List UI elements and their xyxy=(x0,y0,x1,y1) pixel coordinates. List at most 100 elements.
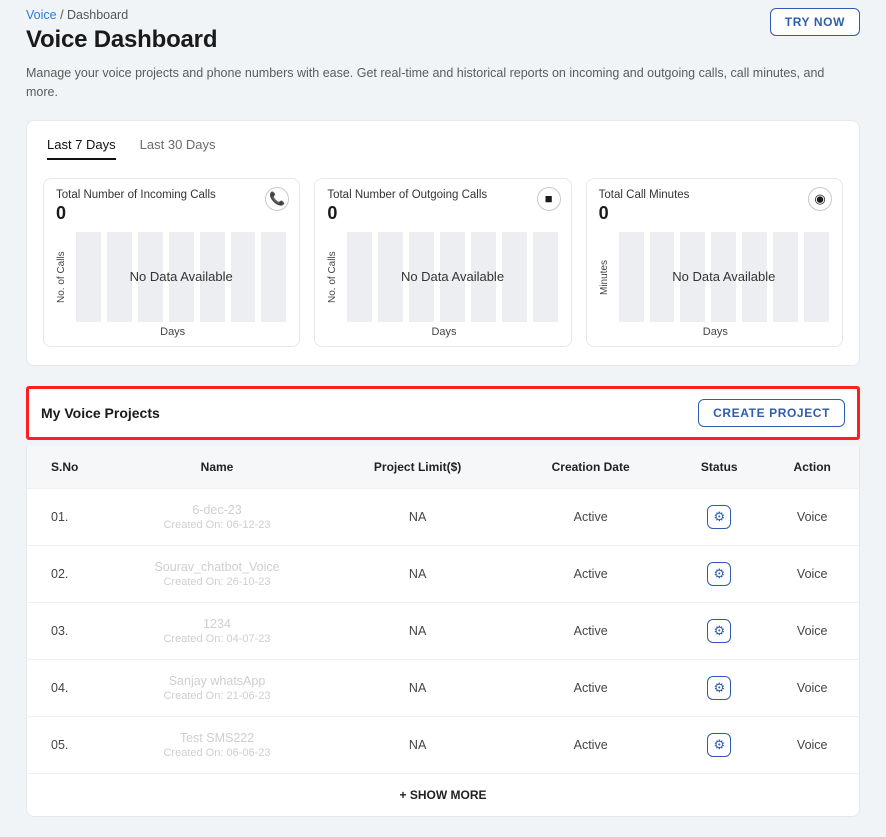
stat-value: 0 xyxy=(327,203,560,224)
cell-limit: NA xyxy=(327,659,508,716)
project-name: Test SMS222 xyxy=(115,731,319,745)
project-name: Sanjay whatsApp xyxy=(115,674,319,688)
create-project-button[interactable]: CREATE PROJECT xyxy=(698,399,845,427)
stat-chart: Minutes No Data Available xyxy=(599,232,832,322)
cell-date: Active xyxy=(508,488,673,545)
col-sno: S.No xyxy=(27,446,107,489)
stat-title: Total Call Minutes xyxy=(599,189,832,201)
status-gear-button[interactable]: ⚙ xyxy=(707,562,731,586)
stat-chart: No. of Calls No Data Available xyxy=(327,232,560,322)
chart-area: No Data Available xyxy=(616,232,832,322)
chart-nodata: No Data Available xyxy=(344,232,560,322)
project-created: Created On: 04-07-23 xyxy=(115,633,319,645)
projects-table-card: S.No Name Project Limit($) Creation Date… xyxy=(26,446,860,817)
page-root: Voice / Dashboard Voice Dashboard TRY NO… xyxy=(0,0,886,837)
cell-sno: 04. xyxy=(27,659,107,716)
project-name: 1234 xyxy=(115,617,319,631)
table-row: 04. Sanjay whatsApp Created On: 21-06-23 NA… xyxy=(27,659,859,716)
cell-limit: NA xyxy=(327,716,508,773)
cell-status: ⚙ xyxy=(673,488,765,545)
try-now-button[interactable]: TRY NOW xyxy=(770,8,860,36)
gear-icon: ⚙ xyxy=(713,623,725,639)
cell-sno: 01. xyxy=(27,488,107,545)
gear-icon: ⚙ xyxy=(713,737,725,753)
disc-icon: ◉ xyxy=(808,187,832,211)
project-name: Sourav_chatbot_Voice xyxy=(115,560,319,574)
stat-card: Total Number of Outgoing Calls 0■ No. of C… xyxy=(314,178,571,347)
tab-last-7-days[interactable]: Last 7 Days xyxy=(47,137,116,160)
cell-date: Active xyxy=(508,716,673,773)
chart-ylabel: No. of Calls xyxy=(327,232,338,322)
topbar: Voice / Dashboard Voice Dashboard TRY NO… xyxy=(26,4,860,64)
col-limit: Project Limit($) xyxy=(327,446,508,489)
chart-area: No Data Available xyxy=(344,232,560,322)
chart-nodata: No Data Available xyxy=(73,232,289,322)
tab-last-30-days[interactable]: Last 30 Days xyxy=(140,137,216,160)
projects-table: S.No Name Project Limit($) Creation Date… xyxy=(27,446,859,773)
breadcrumb-current: Dashboard xyxy=(67,8,128,22)
project-name: 6-dec-23 xyxy=(115,503,319,517)
phone-icon: 📞 xyxy=(265,187,289,211)
page-description: Manage your voice projects and phone num… xyxy=(26,64,826,102)
range-tabs: Last 7 Days Last 30 Days xyxy=(47,137,843,160)
cell-date: Active xyxy=(508,602,673,659)
status-gear-button[interactable]: ⚙ xyxy=(707,505,731,529)
cell-limit: NA xyxy=(327,545,508,602)
status-gear-button[interactable]: ⚙ xyxy=(707,619,731,643)
project-created: Created On: 21-06-23 xyxy=(115,690,319,702)
cell-date: Active xyxy=(508,545,673,602)
col-date: Creation Date xyxy=(508,446,673,489)
breadcrumb-sep: / xyxy=(57,8,67,22)
stat-card: Total Number of Incoming Calls0📞No. of C… xyxy=(43,178,300,347)
topbar-left: Voice / Dashboard Voice Dashboard xyxy=(26,4,217,64)
page-title: Voice Dashboard xyxy=(26,26,217,54)
cell-name: Sanjay whatsApp Created On: 21-06-23 xyxy=(107,659,327,716)
cell-name: Test SMS222Created On: 06-06-23 xyxy=(107,716,327,773)
projects-section: My Voice Projects CREATE PROJECT S.No Na… xyxy=(26,386,860,817)
cell-name: Sourav_chatbot_VoiceCreated On: 26-10-23 xyxy=(107,545,327,602)
table-row: 01.6-dec-23Created On: 06-12-23NAActive⚙… xyxy=(27,488,859,545)
chart-xlabel: Days xyxy=(56,326,289,338)
table-row: 05.Test SMS222Created On: 06-06-23NAActi… xyxy=(27,716,859,773)
table-header-row: S.No Name Project Limit($) Creation Date… xyxy=(27,446,859,489)
cell-limit: NA xyxy=(327,602,508,659)
col-name: Name xyxy=(107,446,327,489)
cell-sno: 02. xyxy=(27,545,107,602)
cell-name: 1234 Created On: 04-07-23 xyxy=(107,602,327,659)
cell-status: ⚙ xyxy=(673,659,765,716)
cell-name: 6-dec-23 Created On: 06-12-23 xyxy=(107,488,327,545)
cell-date: Active xyxy=(508,659,673,716)
table-row: 02.Sourav_chatbot_VoiceCreated On: 26-10… xyxy=(27,545,859,602)
chart-xlabel: Days xyxy=(599,326,832,338)
show-more-button[interactable]: + SHOW MORE xyxy=(27,773,859,816)
cell-action: Voice xyxy=(765,488,859,545)
chart-xlabel: Days xyxy=(327,326,560,338)
stats-row: Total Number of Incoming Calls 0 📞 No. of C… xyxy=(43,178,843,347)
stat-card: Total Call Minutes 0◉ Minutes No Data Avail… xyxy=(586,178,843,347)
cell-status: ⚙ xyxy=(673,602,765,659)
breadcrumb-root-link[interactable]: Voice xyxy=(26,8,57,22)
col-action: Action xyxy=(765,446,859,489)
stat-chart: No. of Calls No Data Available xyxy=(56,232,289,322)
gear-icon: ⚙ xyxy=(713,509,725,525)
status-gear-button[interactable]: ⚙ xyxy=(707,676,731,700)
col-status: Status xyxy=(673,446,765,489)
breadcrumb: Voice / Dashboard xyxy=(26,8,217,22)
cell-sno: 03. xyxy=(27,602,107,659)
cell-status: ⚙ xyxy=(673,545,765,602)
status-gear-button[interactable]: ⚙ xyxy=(707,733,731,757)
chart-area: No Data Available xyxy=(73,232,289,322)
chart-ylabel: Minutes xyxy=(599,232,610,322)
stat-title: Total Number of Incoming Calls xyxy=(56,189,289,201)
stat-title: Total Number of Outgoing Calls xyxy=(327,189,560,201)
cell-sno: 05. xyxy=(27,716,107,773)
project-created: Created On: 06-12-23 xyxy=(115,519,319,531)
stats-card: Last 7 Days Last 30 Days Total Number of… xyxy=(26,120,860,366)
video-icon: ■ xyxy=(537,187,561,211)
gear-icon: ⚙ xyxy=(713,680,725,696)
cell-status: ⚙ xyxy=(673,716,765,773)
chart-nodata: No Data Available xyxy=(616,232,832,322)
stat-value: 0 xyxy=(599,203,832,224)
chart-ylabel: No. of Calls xyxy=(56,232,67,322)
cell-action: Voice xyxy=(765,659,859,716)
